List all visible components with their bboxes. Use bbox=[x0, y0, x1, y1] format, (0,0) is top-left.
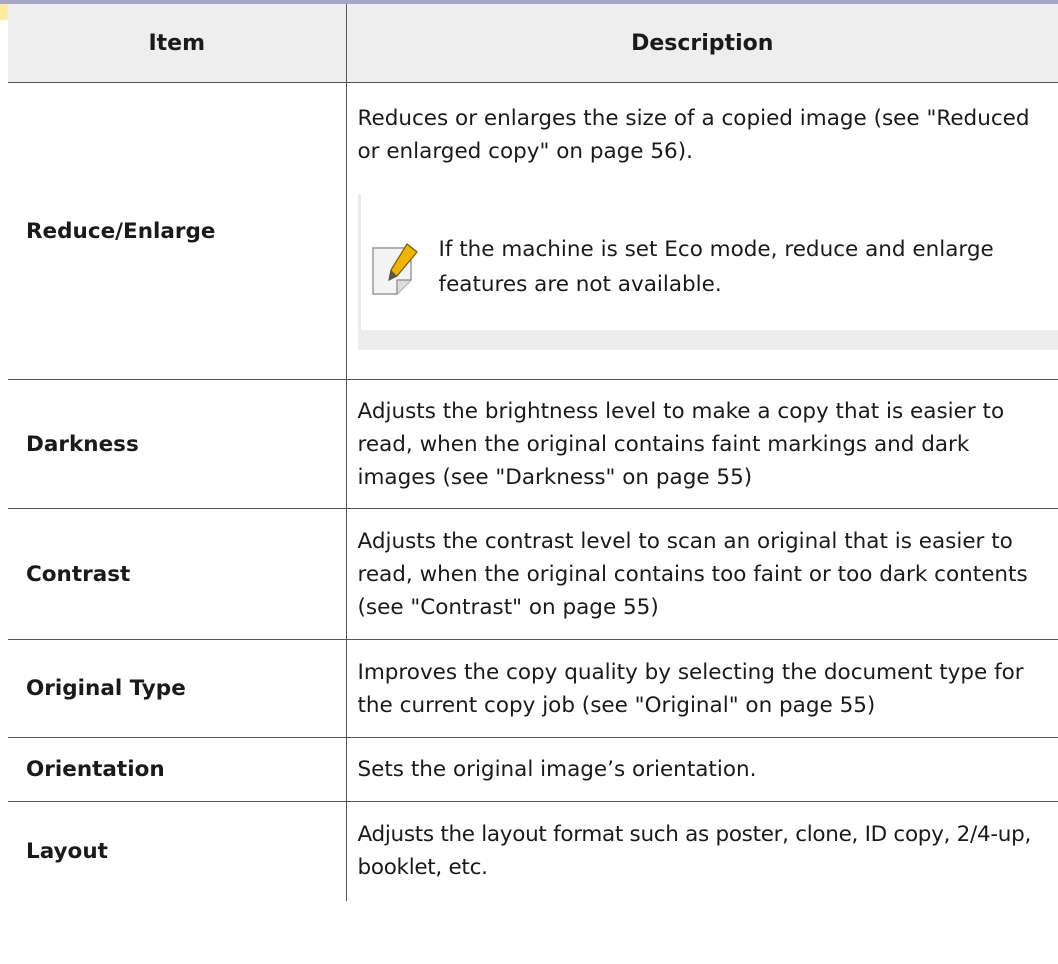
note-text: If the machine is set Eco mode, reduce a… bbox=[438, 237, 994, 297]
table-row: Original Type Improves the copy quality … bbox=[8, 639, 1058, 738]
table-header-row: Item Description bbox=[8, 4, 1058, 83]
row-item-reduce-enlarge: Reduce/Enlarge bbox=[8, 82, 347, 380]
row-item-orientation: Orientation bbox=[8, 737, 347, 802]
row-description-cell: Reduces or enlarges the size of a copied… bbox=[346, 82, 1058, 380]
table-row: Contrast Adjusts the contrast level to s… bbox=[8, 508, 1058, 640]
row-item-original-type: Original Type bbox=[8, 639, 347, 738]
row-description: Adjusts the contrast level to scan an or… bbox=[346, 508, 1058, 640]
table-row: Darkness Adjusts the brightness level to… bbox=[8, 379, 1058, 509]
row-item-contrast: Contrast bbox=[8, 508, 347, 640]
note-box: If the machine is set Eco mode, reduce a… bbox=[357, 194, 1058, 350]
row-description: Reduces or enlarges the size of a copied… bbox=[357, 106, 1030, 164]
row-description: Adjusts the brightness level to make a c… bbox=[346, 379, 1058, 509]
header-item: Item bbox=[8, 4, 347, 83]
row-description: Improves the copy quality by selecting t… bbox=[346, 639, 1058, 738]
table-row: Reduce/Enlarge Reduces or enlarges the s… bbox=[8, 82, 1058, 380]
row-description: Sets the original image’s orientation. bbox=[346, 737, 1058, 802]
row-description: Adjusts the layout format such as poster… bbox=[357, 822, 1032, 881]
table-row: Orientation Sets the original image’s or… bbox=[8, 737, 1058, 802]
copy-features-table: Item Description Reduce/Enlarge Reduces … bbox=[8, 4, 1058, 901]
row-item-darkness: Darkness bbox=[8, 379, 347, 509]
note-pencil-icon bbox=[371, 243, 418, 295]
row-item-layout: Layout bbox=[8, 801, 347, 901]
table-row: Layout Adjusts the layout format such as… bbox=[8, 801, 1058, 901]
header-description: Description bbox=[346, 4, 1058, 83]
